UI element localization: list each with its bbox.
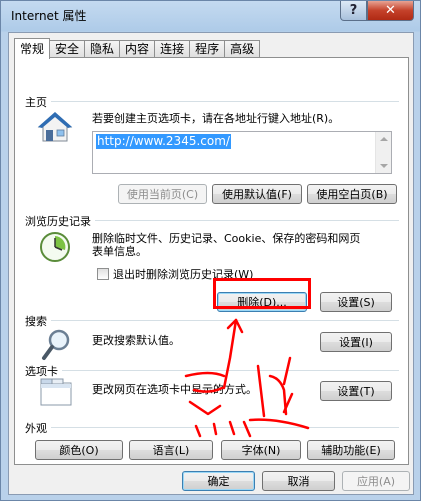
- history-clock-icon: [40, 232, 70, 262]
- accessibility-button[interactable]: 辅助功能(E): [307, 440, 395, 460]
- search-description: 更改搜索默认值。: [92, 334, 180, 347]
- general-tab-panel: 主页 若要创建主页选项卡，请在各地址行键入地址(R)。 http://www.2…: [14, 57, 409, 465]
- history-description-line2: 表单信息。: [92, 245, 147, 258]
- search-settings-button[interactable]: 设置(I): [320, 332, 392, 352]
- apply-button[interactable]: 应用(A): [342, 471, 410, 491]
- tab-privacy[interactable]: 隐私: [84, 40, 121, 58]
- homepage-description: 若要创建主页选项卡，请在各地址行键入地址(R)。: [92, 112, 340, 125]
- tabs-settings-button[interactable]: 设置(T): [320, 381, 392, 401]
- window-title: Internet 属性: [11, 9, 87, 23]
- dialog-client-area: 常规 安全 隐私 内容 连接 程序 高级 主页 若要创建主页选项卡，请在各地址行…: [8, 32, 414, 495]
- history-settings-button[interactable]: 设置(S): [320, 292, 392, 312]
- use-blank-button[interactable]: 使用空白页(B): [307, 184, 397, 204]
- house-icon: [37, 112, 73, 142]
- appearance-group-title: 外观: [25, 420, 51, 436]
- tab-strip: 常规 安全 隐私 内容 连接 程序 高级: [14, 38, 261, 59]
- homepage-url: http://www.2345.com/: [96, 134, 231, 149]
- tab-connections[interactable]: 连接: [154, 40, 191, 58]
- tabs-window-icon: [40, 378, 72, 406]
- colors-button[interactable]: 颜色(O): [35, 440, 123, 460]
- search-group-title: 搜索: [25, 313, 51, 329]
- tab-programs[interactable]: 程序: [189, 40, 226, 58]
- homepage-group-line: [27, 101, 399, 102]
- history-group-title: 浏览历史记录: [25, 213, 95, 229]
- cancel-button[interactable]: 取消: [262, 471, 335, 491]
- scroll-down-arrow-icon[interactable]: [380, 164, 388, 168]
- textarea-scrollbar[interactable]: [375, 132, 391, 173]
- title-bar[interactable]: Internet 属性 ? ✕: [1, 1, 420, 31]
- help-button[interactable]: ?: [340, 1, 367, 21]
- dialog-button-bar: 确定 取消 应用(A): [9, 467, 413, 495]
- magnifier-icon: [42, 329, 70, 360]
- close-button[interactable]: ✕: [367, 1, 414, 21]
- history-description-line1: 删除临时文件、历史记录、Cookie、保存的密码和网页: [92, 232, 361, 245]
- tab-content[interactable]: 内容: [119, 40, 156, 58]
- homepage-group-title: 主页: [25, 94, 51, 110]
- red-annotation-scribble: [184, 318, 310, 438]
- use-current-button[interactable]: 使用当前页(C): [118, 184, 207, 204]
- tab-advanced[interactable]: 高级: [224, 40, 261, 58]
- homepage-address-textarea[interactable]: http://www.2345.com/: [92, 131, 392, 174]
- delete-history-on-exit-checkbox[interactable]: [97, 268, 109, 280]
- red-highlight-box: [213, 278, 311, 309]
- tab-security[interactable]: 安全: [49, 40, 86, 58]
- ok-button[interactable]: 确定: [182, 471, 255, 491]
- scroll-up-arrow-icon[interactable]: [380, 137, 388, 141]
- internet-options-window: Internet 属性 ? ✕ 常规 安全 隐私 内容 连接 程序 高级 主页 …: [0, 0, 421, 501]
- use-default-button[interactable]: 使用默认值(F): [212, 184, 302, 204]
- tab-general[interactable]: 常规: [14, 38, 51, 59]
